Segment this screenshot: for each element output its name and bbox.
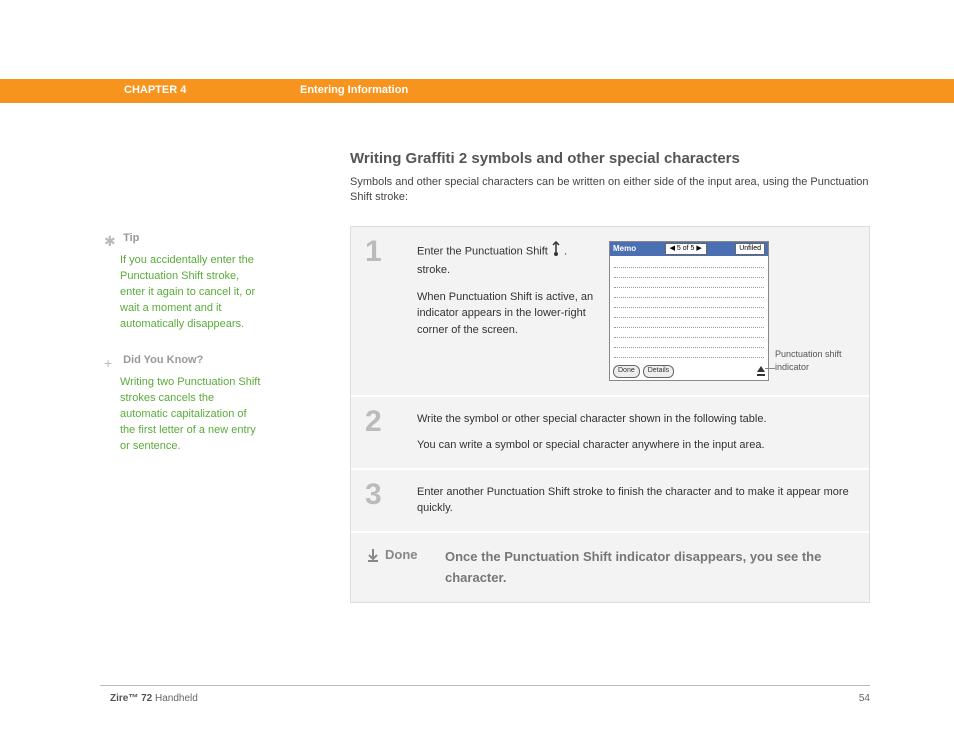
pda-nav: ◀ 5 of 5 ▶ xyxy=(665,243,707,256)
step2-text-1: Write the symbol or other special charac… xyxy=(417,411,855,428)
punctuation-shift-stroke-icon xyxy=(551,241,561,263)
main-content: Writing Graffiti 2 symbols and other spe… xyxy=(350,150,870,603)
footer-rule xyxy=(100,685,870,686)
step-number: 2 xyxy=(365,407,417,454)
tip-block: ✱ Tip If you accidentally enter the Punc… xyxy=(104,231,264,333)
punctuation-shift-indicator-icon xyxy=(757,368,765,376)
pda-category: Unfiled xyxy=(735,243,765,256)
step-number: 1 xyxy=(365,237,417,381)
plus-icon: + xyxy=(104,353,120,373)
step-3: 3 Enter another Punctuation Shift stroke… xyxy=(351,470,869,533)
asterisk-icon: ✱ xyxy=(104,231,120,251)
done-text: Once the Punctuation Shift indicator dis… xyxy=(445,547,855,589)
tip-body: If you accidentally enter the Punctuatio… xyxy=(120,253,264,333)
sidebar: ✱ Tip If you accidentally enter the Punc… xyxy=(104,231,264,475)
pda-details-button: Details xyxy=(643,365,674,378)
chapter-title: Entering Information xyxy=(300,84,408,96)
step-1: 1 Enter the Punctuation Shift xyxy=(351,227,869,397)
did-you-know-block: + Did You Know? Writing two Punctuation … xyxy=(104,353,264,455)
page-number: 54 xyxy=(859,693,870,704)
pda-done-button: Done xyxy=(613,365,640,378)
step-number: 3 xyxy=(365,480,417,517)
step1-text-2: When Punctuation Shift is active, an ind… xyxy=(417,289,597,339)
pda-app-title: Memo xyxy=(613,243,636,255)
tip-heading: Tip xyxy=(123,232,139,244)
dyk-body: Writing two Punctuation Shift strokes ca… xyxy=(120,375,264,455)
pda-screenshot: Memo ◀ 5 of 5 ▶ Unfiled xyxy=(609,241,769,381)
step2-text-2: You can write a symbol or special charac… xyxy=(417,437,855,454)
pda-memo-lines xyxy=(614,258,764,362)
callout-label: Punctuation shift indicator xyxy=(775,348,865,381)
step3-text-1: Enter another Punctuation Shift stroke t… xyxy=(417,484,855,517)
section-title: Writing Graffiti 2 symbols and other spe… xyxy=(350,150,870,167)
done-row: Done Once the Punctuation Shift indicato… xyxy=(351,533,869,603)
chapter-label: CHAPTER 4 xyxy=(124,84,186,96)
done-label: Done xyxy=(385,547,445,562)
footer-product: Zire™ 72 Handheld xyxy=(110,693,198,704)
section-intro: Symbols and other special characters can… xyxy=(350,175,870,206)
steps-box: 1 Enter the Punctuation Shift xyxy=(350,226,870,604)
done-arrow-icon xyxy=(365,547,385,568)
step1-text-1: Enter the Punctuation Shift . stroke. xyxy=(417,241,597,279)
dyk-heading: Did You Know? xyxy=(123,354,203,366)
step-2: 2 Write the symbol or other special char… xyxy=(351,397,869,470)
chapter-header-bar: CHAPTER 4 Entering Information xyxy=(0,79,954,103)
